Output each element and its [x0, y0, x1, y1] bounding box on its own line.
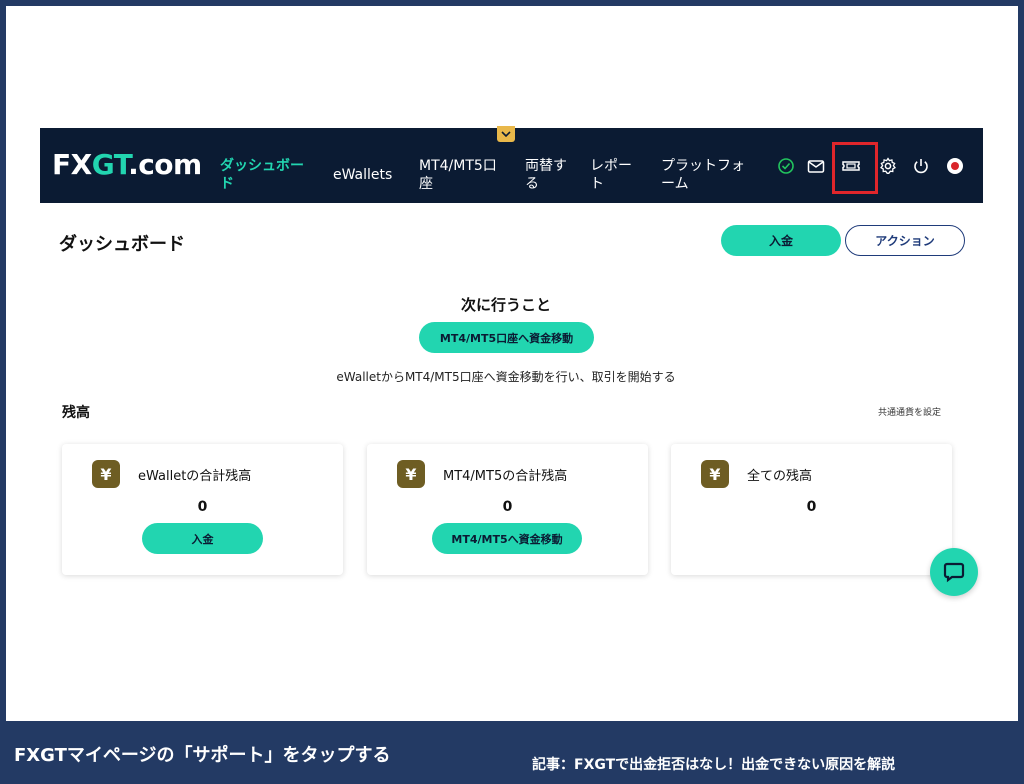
fxgt-logo[interactable]: FXGT.com	[52, 148, 202, 181]
nav-label-line1: MT4/MT5口	[419, 158, 497, 174]
support-highlight-box	[832, 142, 878, 194]
total-balance-card: ¥ 全ての残高 0	[671, 444, 952, 575]
card-label: eWalletの合計残高	[138, 469, 252, 484]
nav-item-exchange[interactable]: 両替す る	[525, 157, 567, 193]
set-common-currency-link[interactable]: 共通通貨を設定	[878, 405, 941, 418]
nav-label-line2: 座	[419, 176, 433, 192]
nav-label-line2: ト	[590, 176, 604, 192]
card-value: 0	[806, 499, 817, 515]
nav-label-line1: eWallets	[333, 167, 393, 183]
logo-text-main: FX	[52, 148, 92, 181]
nav-label-line1: 両替す	[525, 158, 567, 174]
nav-item-report[interactable]: レポー ト	[590, 157, 632, 193]
mt-balance-card: ¥ MT4/MT5の合計残高 0 MT4/MT5へ資金移動	[367, 444, 648, 575]
card-value: 0	[502, 499, 513, 515]
nav-label-line1: レポー	[590, 158, 632, 174]
ewallet-balance-card: ¥ eWalletの合計残高 0 入金	[62, 444, 343, 575]
yen-icon: ¥	[92, 460, 120, 488]
mail-icon[interactable]	[806, 156, 826, 176]
deposit-button[interactable]: 入金	[721, 225, 841, 256]
next-steps-title: 次に行うこと	[460, 296, 551, 314]
balance-section-title: 残高	[62, 405, 90, 421]
card-value: 0	[197, 499, 208, 515]
card-label: 全ての残高	[747, 469, 813, 484]
card-label: MT4/MT5の合計残高	[443, 469, 568, 484]
chat-bubble-icon	[943, 562, 965, 583]
nav-item-ewallets[interactable]: eWallets	[333, 166, 392, 184]
screenshot-frame	[6, 6, 1018, 721]
chat-support-button[interactable]	[930, 548, 978, 596]
nav-label-line2: ド	[220, 176, 234, 192]
power-icon[interactable]	[911, 156, 931, 176]
nav-item-mt4-mt5-account[interactable]: MT4/MT5口 座	[419, 157, 497, 193]
article-link[interactable]: 記事：FXGTで出金拒否はなし！出金できない原因を解説	[532, 754, 895, 774]
top-navigation-bar: FXGT.com ダッシュボー ド eWallets MT4/MT5口 座 両替…	[40, 126, 983, 203]
next-steps-description: eWalletからMT4/MT5口座へ資金移動を行い、取引を開始する	[336, 370, 676, 384]
nav-item-platform[interactable]: プラットフォ ーム	[661, 157, 745, 193]
japan-flag-icon[interactable]	[945, 156, 965, 176]
logo-text-suffix: .com	[128, 148, 202, 181]
caption-text: FXGTマイページの「サポート」をタップする	[14, 745, 391, 766]
page-title: ダッシュボード	[59, 234, 185, 255]
transfer-to-mt-account-button[interactable]: MT4/MT5口座へ資金移動	[419, 322, 594, 353]
yen-icon: ¥	[701, 460, 729, 488]
logo-text-accent: GT	[91, 148, 129, 181]
card-transfer-button[interactable]: MT4/MT5へ資金移動	[432, 523, 582, 554]
nav-label-line2: ーム	[661, 176, 689, 192]
nav-label-line1: ダッシュボー	[220, 158, 304, 174]
check-circle-icon[interactable]	[776, 156, 796, 176]
gear-icon[interactable]	[878, 156, 898, 176]
chevron-down-icon	[501, 131, 511, 137]
nav-label-line1: プラットフォ	[661, 158, 745, 174]
yen-icon: ¥	[397, 460, 425, 488]
nav-item-dashboard[interactable]: ダッシュボー ド	[220, 157, 304, 193]
action-button[interactable]: アクション	[845, 225, 965, 256]
nav-label-line2: る	[525, 176, 539, 192]
collapse-toggle[interactable]	[497, 126, 515, 142]
card-deposit-button[interactable]: 入金	[142, 523, 263, 554]
